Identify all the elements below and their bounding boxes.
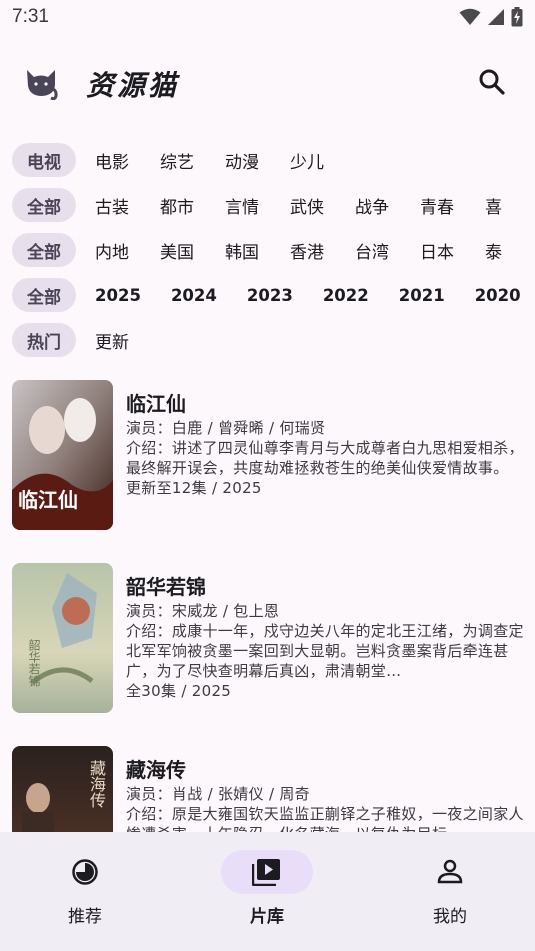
filter-option[interactable]: 2023 bbox=[247, 286, 293, 305]
poster-title: 韶华若锦 bbox=[27, 639, 41, 687]
filter-option[interactable]: 武侠 bbox=[290, 193, 324, 218]
list-item[interactable]: 临江仙 临江仙 演员：白鹿 / 曾舜晞 / 何瑞贤 介绍：讲述了四灵仙尊李青月与… bbox=[12, 380, 535, 532]
nav-label-library: 片库 bbox=[250, 907, 284, 927]
filter-option[interactable]: 香港 bbox=[290, 238, 324, 263]
item-actors: 演员：肖战 / 张婧仪 / 周奇 bbox=[126, 785, 310, 803]
nav-library[interactable]: 片库 bbox=[220, 850, 340, 940]
item-status: 更新至12集 / 2025 bbox=[126, 479, 262, 497]
filter-option[interactable]: 日本 bbox=[420, 238, 454, 263]
filter-option[interactable]: 喜 bbox=[485, 193, 502, 218]
cat-icon bbox=[27, 70, 58, 100]
filter-option[interactable]: 更新 bbox=[95, 328, 129, 353]
filter-row-genre: 全部 古装 都市 言情 武侠 战争 青春 喜 bbox=[12, 187, 535, 223]
filter-option[interactable]: 2022 bbox=[323, 286, 369, 305]
item-actors: 演员：宋威龙 / 包上恩 bbox=[126, 602, 280, 620]
battery-icon bbox=[511, 7, 523, 27]
filter-chip-year[interactable]: 全部 bbox=[12, 278, 76, 312]
filter-option[interactable]: 少儿 bbox=[290, 148, 324, 173]
filter-option[interactable]: 2020 bbox=[475, 286, 521, 305]
filter-option[interactable]: 2021 bbox=[399, 286, 445, 305]
list-item[interactable]: 韶华若锦 韶华若锦 演员：宋威龙 / 包上恩 介绍：成康十一年，戍守边关八年的定… bbox=[12, 563, 535, 715]
filter-option[interactable]: 古装 bbox=[95, 193, 129, 218]
filter-row-region: 全部 内地 美国 韩国 香港 台湾 日本 泰 bbox=[12, 232, 535, 268]
filter-chip-type[interactable]: 电视 bbox=[12, 143, 76, 177]
filter-option[interactable]: 战争 bbox=[355, 193, 389, 218]
library-icon bbox=[252, 859, 280, 886]
app-title: 资源猫 bbox=[86, 69, 180, 102]
filter-row-sort: 热门 更新 bbox=[12, 322, 535, 358]
bottom-navigation: 推荐 片库 我的 bbox=[0, 832, 535, 951]
filter-row-year: 全部 2025 2024 2023 2022 2021 2020 bbox=[12, 277, 535, 313]
status-icons bbox=[459, 7, 523, 27]
filter-option[interactable]: 青春 bbox=[420, 193, 454, 218]
item-info: 藏海传 演员：肖战 / 张婧仪 / 周奇 介绍：原是大雍国钦天监监正蒯铎之子稚奴… bbox=[126, 756, 526, 844]
item-info: 韶华若锦 演员：宋威龙 / 包上恩 介绍：成康十一年，戍守边关八年的定北王江绪，… bbox=[126, 573, 526, 701]
status-time: 7:31 bbox=[12, 6, 49, 27]
nav-recommend[interactable]: 推荐 bbox=[25, 850, 145, 940]
filter-option[interactable]: 内地 bbox=[95, 238, 129, 263]
filter-chip-genre[interactable]: 全部 bbox=[12, 188, 76, 222]
nav-profile[interactable]: 我的 bbox=[390, 850, 510, 940]
filter-chip-region[interactable]: 全部 bbox=[12, 233, 76, 267]
poster-image: 韶华若锦 bbox=[12, 563, 113, 713]
filter-option[interactable]: 韩国 bbox=[225, 238, 259, 263]
nav-label-recommend: 推荐 bbox=[68, 907, 102, 927]
item-description: 介绍：讲述了四灵仙尊李青月与大成尊者白九思相爱相杀，最终解开误会，共度劫难拯救苍… bbox=[126, 439, 524, 477]
profile-icon bbox=[437, 859, 463, 884]
filter-option[interactable]: 电影 bbox=[95, 148, 129, 173]
item-title: 藏海传 bbox=[126, 758, 186, 782]
filter-option[interactable]: 综艺 bbox=[160, 148, 194, 173]
filter-option[interactable]: 都市 bbox=[160, 193, 194, 218]
filter-option[interactable]: 2024 bbox=[171, 286, 217, 305]
filter-option[interactable]: 2025 bbox=[95, 286, 141, 305]
item-title: 临江仙 bbox=[126, 392, 186, 416]
poster-title: 临江仙 bbox=[18, 488, 78, 512]
filter-option[interactable]: 台湾 bbox=[355, 238, 389, 263]
nav-label-profile: 我的 bbox=[433, 907, 467, 927]
poster-title: 藏海传 bbox=[87, 760, 106, 808]
wifi-icon bbox=[459, 8, 481, 25]
filter-chip-sort[interactable]: 热门 bbox=[12, 323, 76, 357]
recommend-icon bbox=[72, 859, 98, 885]
filter-option[interactable]: 泰 bbox=[485, 238, 502, 263]
signal-icon bbox=[488, 9, 504, 25]
app-bar: 资源猫 bbox=[0, 58, 535, 110]
item-info: 临江仙 演员：白鹿 / 曾舜晞 / 何瑞贤 介绍：讲述了四灵仙尊李青月与大成尊者… bbox=[126, 390, 526, 498]
filter-option[interactable]: 言情 bbox=[225, 193, 259, 218]
status-bar: 7:31 bbox=[0, 0, 535, 36]
search-icon[interactable] bbox=[476, 66, 508, 98]
poster-image: 临江仙 bbox=[12, 380, 113, 530]
item-description: 介绍：成康十一年，戍守边关八年的定北王江绪，为调查定北军军饷被贪墨一案回到大显朝… bbox=[126, 622, 524, 680]
item-status: 全30集 / 2025 bbox=[126, 682, 232, 700]
item-actors: 演员：白鹿 / 曾舜晞 / 何瑞贤 bbox=[126, 419, 326, 437]
item-title: 韶华若锦 bbox=[126, 575, 206, 599]
filter-option[interactable]: 美国 bbox=[160, 238, 194, 263]
filter-option[interactable]: 动漫 bbox=[225, 148, 259, 173]
filter-row-type: 电视 电影 综艺 动漫 少儿 bbox=[12, 142, 535, 178]
